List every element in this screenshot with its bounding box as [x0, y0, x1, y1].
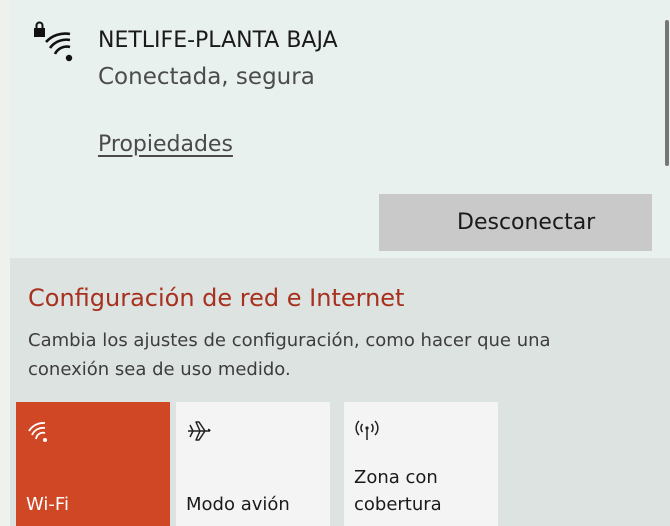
airplane-icon: [188, 421, 211, 441]
network-settings-link[interactable]: Configuración de red e Internet: [28, 284, 404, 312]
settings-section: Configuración de red e Internet Cambia l…: [10, 258, 670, 526]
tile-label: Wi-Fi: [26, 494, 69, 515]
hotspot-icon: [355, 420, 379, 440]
settings-description: Cambia los ajustes de configuración, com…: [28, 330, 551, 380]
network-name: NETLIFE-PLANTA BAJA: [98, 28, 338, 53]
tile-label: Zona con cobertura: [354, 467, 442, 515]
properties-link[interactable]: Propiedades: [98, 132, 233, 157]
network-list: NETLIFE-PLANTA BAJA Conectada, segura Pr…: [10, 0, 670, 258]
wifi-icon: [28, 422, 47, 442]
secured-wifi-icon: [34, 21, 73, 62]
tile-label: Modo avión: [186, 494, 290, 515]
airplane-mode-tile[interactable]: Modo avión: [176, 402, 330, 526]
mobile-hotspot-tile[interactable]: Zona con cobertura: [344, 402, 498, 526]
wifi-tile[interactable]: Wi-Fi: [16, 402, 170, 526]
flyout-edge: [0, 0, 10, 526]
network-status: Conectada, segura: [98, 64, 315, 90]
scrollbar[interactable]: [660, 0, 670, 258]
network-flyout: NETLIFE-PLANTA BAJA Conectada, segura Pr…: [0, 0, 670, 526]
scrollbar-thumb[interactable]: [665, 20, 669, 166]
network-item-netlife[interactable]: NETLIFE-PLANTA BAJA Conectada, segura Pr…: [10, 0, 662, 258]
disconnect-button[interactable]: Desconectar: [379, 194, 652, 251]
